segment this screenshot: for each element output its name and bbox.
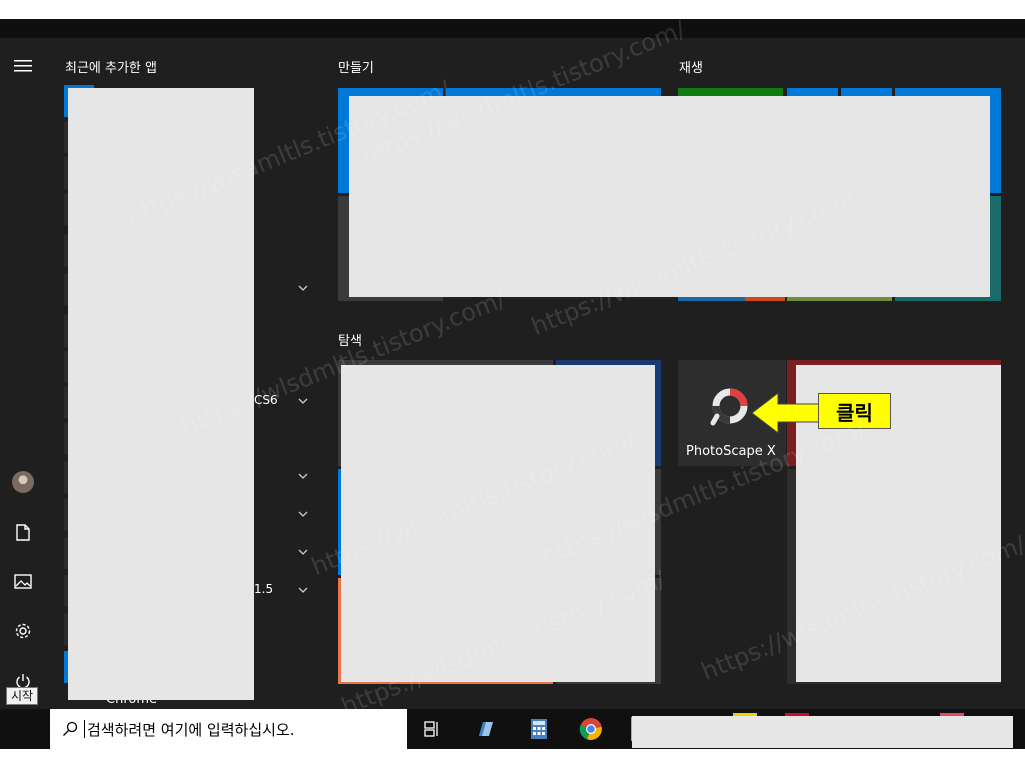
chrome-app-button[interactable] [579, 717, 603, 741]
hamburger-icon [14, 60, 32, 72]
recently-added-header: 최근에 추가한 앱 [65, 61, 157, 76]
start-rail [0, 19, 46, 709]
chrome-icon [579, 718, 602, 740]
taskbar: 검색하려면 여기에 입력하십시오. [0, 709, 1025, 749]
user-account-button[interactable] [0, 462, 46, 502]
chevron-down-icon [298, 511, 308, 517]
documents-button[interactable] [0, 512, 46, 552]
start-menu: 최근에 추가한 앱 CS6 1.5 만들기 재생 탐색 PhotoScape X… [0, 19, 1025, 709]
calculator-icon [531, 719, 547, 739]
group-label-play: 재생 [679, 61, 703, 76]
chevron-down-icon [298, 285, 308, 291]
chevron-down-icon [298, 587, 308, 593]
task-view-button[interactable] [421, 717, 445, 741]
start-tooltip: 시작 [6, 687, 39, 705]
mail-icon [479, 722, 493, 736]
start-menu-top-edge [0, 19, 1025, 38]
chevron-down-icon [298, 473, 308, 479]
settings-icon [15, 623, 31, 639]
hamburger-button[interactable] [0, 46, 46, 86]
redacted-area [632, 716, 1013, 748]
text-caret [84, 720, 85, 738]
mail-app-button[interactable] [474, 717, 498, 741]
settings-button[interactable] [0, 611, 46, 651]
user-avatar [12, 471, 34, 493]
app-name-suffix: 1.5 [254, 582, 274, 596]
pictures-button[interactable] [0, 561, 46, 601]
search-icon [63, 721, 78, 736]
document-icon [16, 523, 30, 541]
photoscape-logo-icon [710, 388, 748, 426]
search-placeholder: 검색하려면 여기에 입력하십시오. [87, 720, 295, 739]
calculator-app-button[interactable] [527, 717, 551, 741]
taskbar-search-box[interactable]: 검색하려면 여기에 입력하십시오. [50, 709, 407, 749]
pictures-icon [14, 573, 32, 589]
group-label-create: 만들기 [338, 61, 374, 76]
task-view-icon [424, 721, 438, 737]
screen-bottom-edge [0, 749, 1025, 769]
